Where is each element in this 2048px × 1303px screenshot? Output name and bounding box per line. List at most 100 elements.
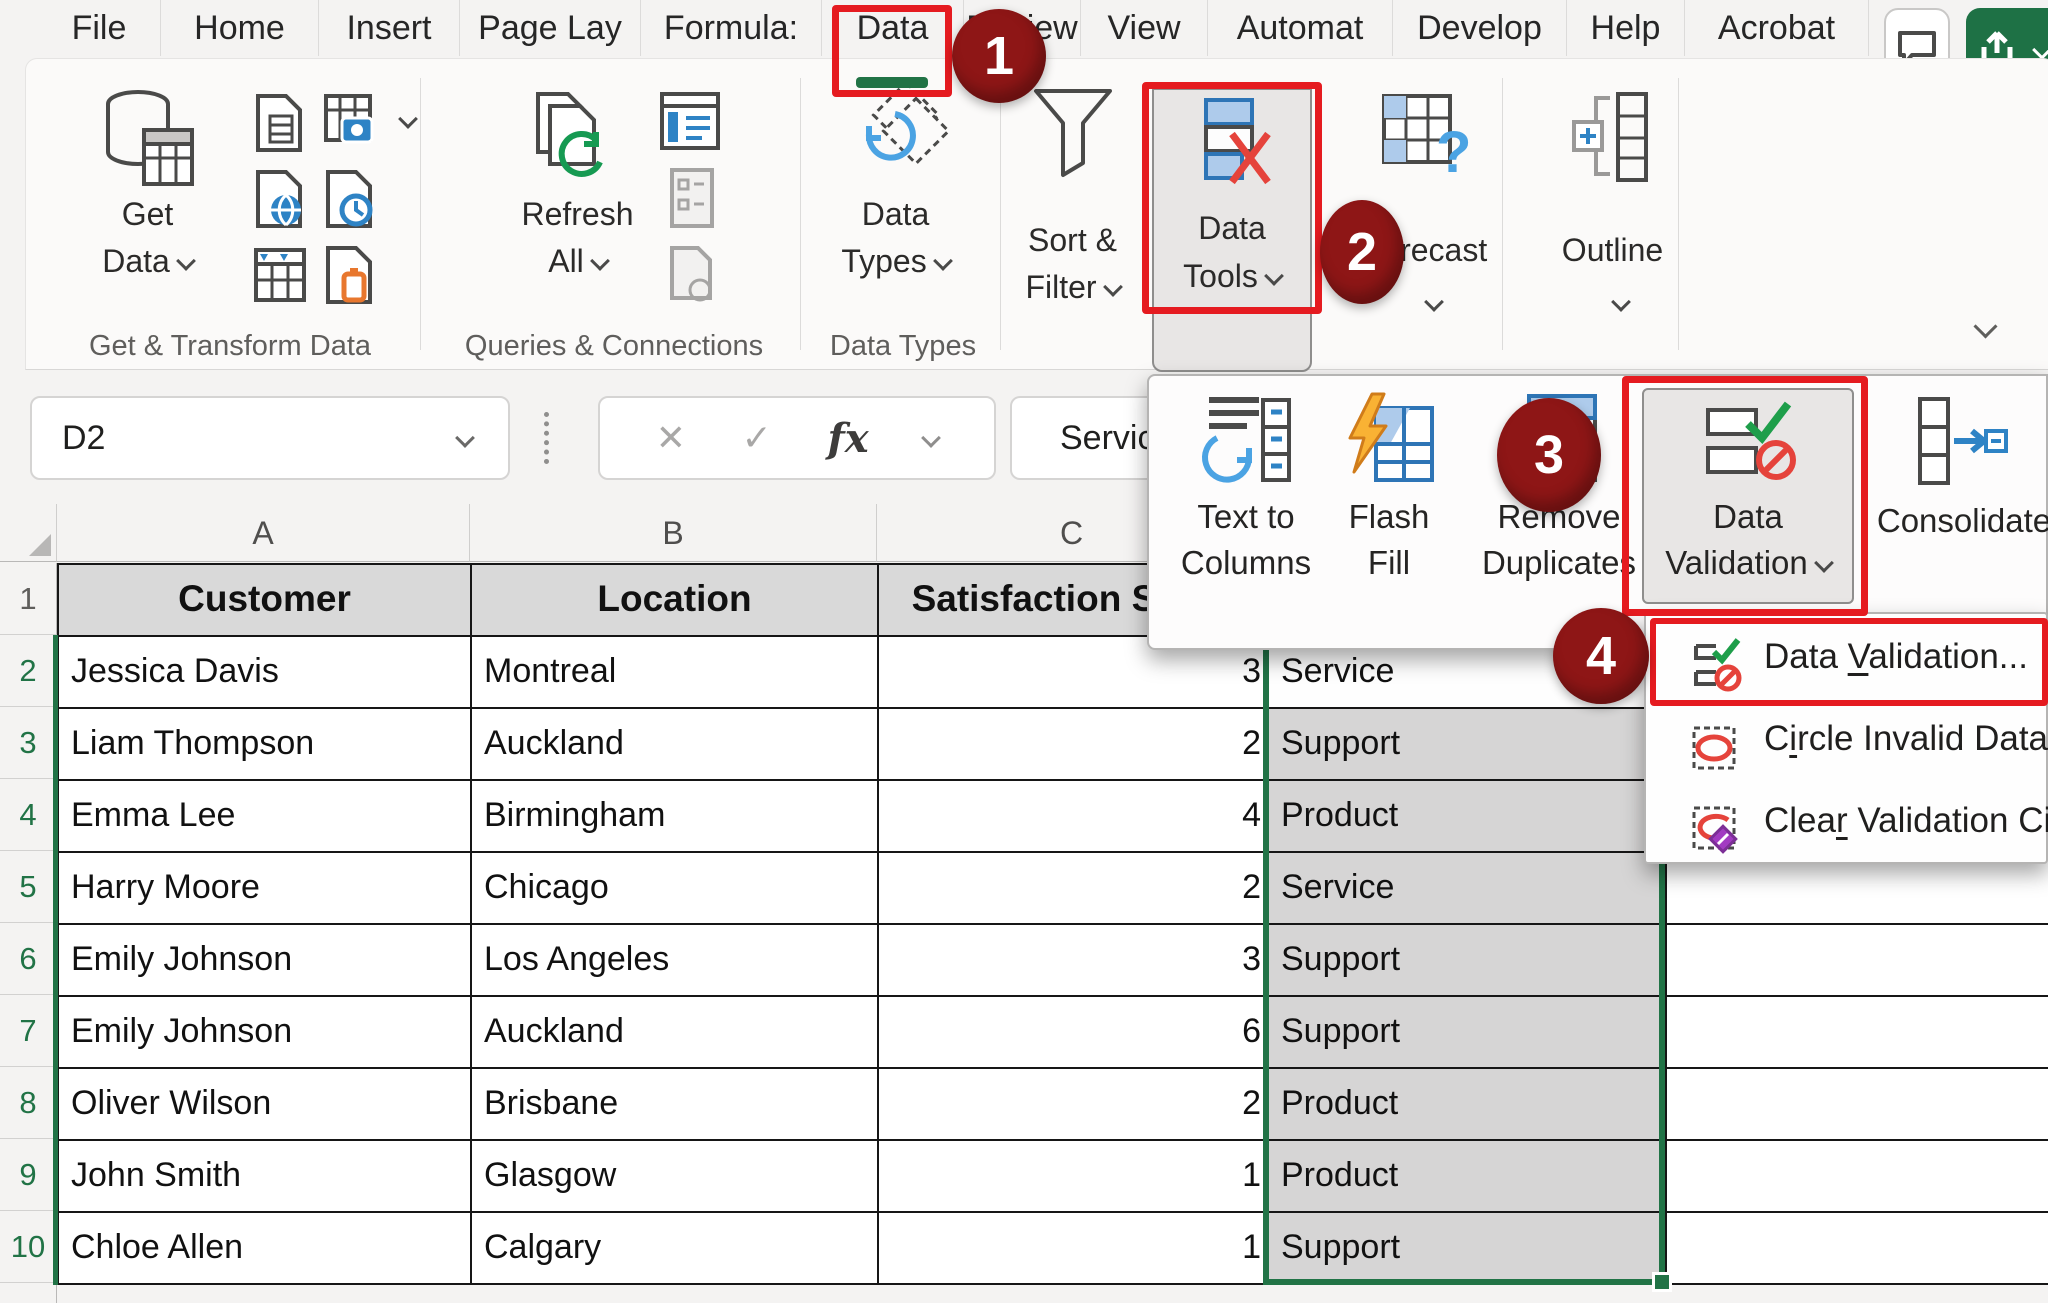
group-divider	[800, 78, 801, 350]
row-header-2[interactable]: 2	[0, 635, 57, 707]
cell-c8[interactable]: 2	[879, 1069, 1269, 1141]
cell-c5[interactable]: 2	[879, 853, 1269, 925]
menu-item-circle-invalid-data[interactable]: Circle Invalid Data	[1764, 711, 2048, 767]
select-all-corner[interactable]	[0, 504, 57, 562]
refresh-all-button-line2[interactable]: All	[505, 243, 650, 280]
data-types-button-line2[interactable]: Types	[823, 243, 968, 280]
cell-d9[interactable]: Product	[1269, 1141, 1667, 1213]
cell-a2[interactable]: Jessica Davis	[59, 637, 472, 709]
cell-b3[interactable]: Auckland	[472, 709, 879, 781]
cell-e6[interactable]	[1667, 925, 2048, 997]
cell-d7[interactable]: Support	[1269, 997, 1667, 1069]
sort-filter-button-line2[interactable]: Filter	[1000, 269, 1145, 306]
row-header-3[interactable]: 3	[0, 707, 57, 779]
cell-c3[interactable]: 2	[879, 709, 1269, 781]
text-to-columns-button-line2[interactable]: Columns	[1171, 540, 1321, 586]
cell-c9[interactable]: 1	[879, 1141, 1269, 1213]
header-cell-location[interactable]: Location	[472, 565, 879, 637]
cell-c10[interactable]: 1	[879, 1213, 1269, 1285]
remove-duplicates-button-line2[interactable]: Duplicates	[1474, 540, 1644, 586]
cell-e9[interactable]	[1667, 1141, 2048, 1213]
get-data-button-line2[interactable]: Data	[60, 243, 235, 280]
menu-item-clear-validation-circles[interactable]: Clear Validation Ci	[1764, 793, 2048, 849]
cell-b9[interactable]: Glasgow	[472, 1141, 879, 1213]
cell-c4[interactable]: 4	[879, 781, 1269, 853]
name-box[interactable]: D2	[30, 396, 510, 480]
from-table-range-icon[interactable]	[252, 244, 308, 311]
flash-fill-button[interactable]: Flash	[1314, 494, 1464, 540]
cell-a5[interactable]: Harry Moore	[59, 853, 472, 925]
cell-d3[interactable]: Support	[1269, 709, 1667, 781]
cell-e7[interactable]	[1667, 997, 2048, 1069]
cell-b6[interactable]: Los Angeles	[472, 925, 879, 997]
row-header-6[interactable]: 6	[0, 923, 57, 995]
cell-d8[interactable]: Product	[1269, 1069, 1667, 1141]
row-header-9[interactable]: 9	[0, 1139, 57, 1211]
column-header-a[interactable]: A	[57, 504, 470, 562]
tab-formulas[interactable]: Formula:	[641, 0, 822, 56]
row-header-10[interactable]: 10	[0, 1211, 57, 1283]
cell-d10[interactable]: Support	[1269, 1213, 1667, 1285]
cell-b8[interactable]: Brisbane	[472, 1069, 879, 1141]
tab-acrobat[interactable]: Acrobat	[1685, 0, 1869, 56]
tab-help[interactable]: Help	[1567, 0, 1685, 56]
from-text-icon[interactable]	[252, 92, 308, 159]
queries-connections-icon[interactable]	[660, 92, 722, 157]
cell-e10[interactable]	[1667, 1213, 2048, 1285]
header-cell-customer[interactable]: Customer	[59, 565, 472, 637]
row-header-1[interactable]: 1	[0, 563, 57, 635]
tab-insert[interactable]: Insert	[319, 0, 460, 56]
cancel-icon[interactable]: ✕	[656, 417, 686, 459]
cell-a7[interactable]: Emily Johnson	[59, 997, 472, 1069]
cell-a3[interactable]: Liam Thompson	[59, 709, 472, 781]
refresh-all-button[interactable]: Refresh	[505, 196, 650, 233]
tab-view[interactable]: View	[1081, 0, 1208, 56]
enter-icon[interactable]: ✓	[742, 417, 772, 459]
flash-fill-button-line2[interactable]: Fill	[1314, 540, 1464, 586]
insert-function-icon[interactable]: fx	[828, 415, 869, 462]
formula-bar-splitter[interactable]	[544, 412, 549, 464]
cell-b7[interactable]: Auckland	[472, 997, 879, 1069]
cell-a9[interactable]: John Smith	[59, 1141, 472, 1213]
cell-d5[interactable]: Service	[1269, 853, 1667, 925]
cell-a6[interactable]: Emily Johnson	[59, 925, 472, 997]
cell-d4[interactable]: Product	[1269, 781, 1667, 853]
cell-a4[interactable]: Emma Lee	[59, 781, 472, 853]
step-badge-2: 2	[1320, 200, 1404, 304]
cell-e8[interactable]	[1667, 1069, 2048, 1141]
consolidate-button[interactable]: Consolidate	[1864, 498, 2048, 544]
tab-automate[interactable]: Automat	[1208, 0, 1393, 56]
cell-a10[interactable]: Chloe Allen	[59, 1213, 472, 1285]
cell-b2[interactable]: Montreal	[472, 637, 879, 709]
cell-b4[interactable]: Birmingham	[472, 781, 879, 853]
tab-page-layout[interactable]: Page Lay	[460, 0, 641, 56]
cell-d6[interactable]: Support	[1269, 925, 1667, 997]
row-header-11-partial[interactable]	[0, 1283, 57, 1303]
sort-filter-button[interactable]: Sort &	[1000, 222, 1145, 259]
row-header-4[interactable]: 4	[0, 779, 57, 851]
text-to-columns-button[interactable]: Text to	[1171, 494, 1321, 540]
data-types-button[interactable]: Data	[823, 196, 968, 233]
get-data-button[interactable]: Get	[60, 196, 235, 233]
cell-b10[interactable]: Calgary	[472, 1213, 879, 1285]
row-header-5[interactable]: 5	[0, 851, 57, 923]
existing-connections-icon[interactable]	[322, 244, 378, 311]
row-header-8[interactable]: 8	[0, 1067, 57, 1139]
outline-group-label[interactable]: Outline	[1540, 232, 1685, 269]
row-header-7[interactable]: 7	[0, 995, 57, 1067]
name-box-chevron-icon[interactable]	[455, 428, 475, 448]
cell-a8[interactable]: Oliver Wilson	[59, 1069, 472, 1141]
fill-handle[interactable]	[1652, 1272, 1672, 1292]
tab-home[interactable]: Home	[161, 0, 319, 56]
tab-file[interactable]: File	[38, 0, 161, 56]
cell-c7[interactable]: 6	[879, 997, 1269, 1069]
from-web-icon[interactable]	[252, 168, 308, 235]
tab-developer[interactable]: Develop	[1393, 0, 1567, 56]
cell-c6[interactable]: 3	[879, 925, 1269, 997]
fx-chevron-icon[interactable]	[921, 428, 941, 448]
from-picture-icon[interactable]	[322, 92, 378, 159]
column-header-b[interactable]: B	[470, 504, 877, 562]
step3-highlight-data-validation	[1622, 376, 1868, 616]
cell-b5[interactable]: Chicago	[472, 853, 879, 925]
recent-sources-icon[interactable]	[322, 168, 378, 235]
